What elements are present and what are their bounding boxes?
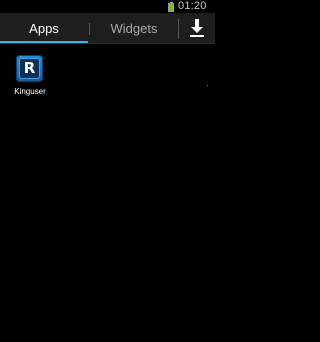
tab-apps[interactable]: Apps [0, 13, 88, 44]
app-label: Kinguser [14, 87, 46, 96]
tab-bar-divider [0, 43, 215, 44]
app-kinguser[interactable]: R Kinguser [8, 52, 52, 102]
download-icon [190, 19, 204, 37]
tab-bar: Apps Widgets [0, 13, 215, 44]
download-button[interactable] [182, 16, 212, 40]
tab-divider [178, 19, 179, 39]
battery-icon [168, 2, 174, 12]
app-icon-letter: R [23, 59, 36, 77]
status-clock: 01:20 [178, 0, 207, 12]
scroll-indicator [207, 85, 208, 86]
kinguser-app-icon: R [16, 55, 43, 82]
status-bar: 01:20 [0, 0, 215, 13]
tab-widgets[interactable]: Widgets [90, 13, 178, 43]
tab-widgets-label: Widgets [110, 21, 158, 36]
